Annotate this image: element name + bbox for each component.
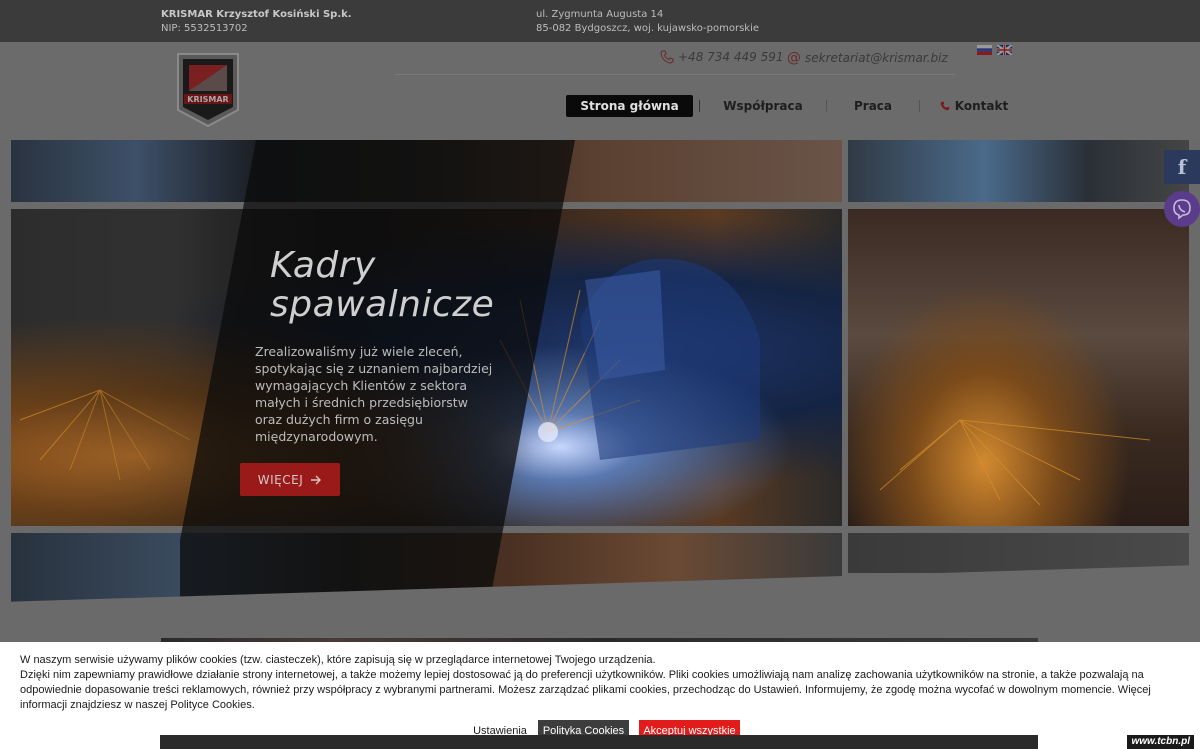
hero-title-line2: spawalnicze xyxy=(270,284,495,325)
russian-flag-icon[interactable] xyxy=(977,45,992,55)
phone-icon xyxy=(660,50,674,64)
krismar-logo[interactable]: KRISMAR xyxy=(175,52,241,128)
nav-label: Praca xyxy=(853,99,893,113)
nav-item-contact[interactable]: Kontakt xyxy=(920,95,1028,117)
phone-icon xyxy=(940,101,950,111)
hero-image-tile xyxy=(848,140,1189,202)
hero-title: Kadry spawalnicze xyxy=(270,246,550,324)
more-button[interactable]: WIĘCEJ xyxy=(240,463,340,496)
cookie-line2: Dzięki nim zapewniamy prawidłowe działan… xyxy=(20,669,1151,711)
arrow-right-icon xyxy=(311,475,322,484)
more-button-label: WIĘCEJ xyxy=(257,472,304,487)
nav-item-jobs[interactable]: Praca xyxy=(827,95,919,117)
language-switcher xyxy=(977,45,1012,55)
nav-item-home[interactable]: Strona główna xyxy=(566,95,693,117)
header-email[interactable]: @ sekretariat@krismar.biz xyxy=(787,50,948,66)
main-navigation: Strona główna Współpraca Praca Kontakt xyxy=(566,95,1028,117)
logo-text: KRISMAR xyxy=(187,95,228,104)
company-address: ul. Zygmunta Augusta 14 85-082 Bydgoszcz… xyxy=(536,8,759,36)
site-header: KRISMAR +48 734 449 591 @ sekretariat@kr… xyxy=(0,42,1200,140)
nav-label: Współpraca xyxy=(723,99,803,113)
english-flag-icon[interactable] xyxy=(997,45,1012,55)
watermark: www.tcbn.pl xyxy=(1127,735,1194,749)
contact-divider xyxy=(395,74,955,75)
cookie-consent-bar: W naszym serwisie używamy plików cookies… xyxy=(0,642,1200,749)
hero-description: Zrealizowaliśmy już wiele zleceń, spotyk… xyxy=(255,344,493,444)
nav-label: Strona główna xyxy=(580,99,679,113)
viber-button[interactable] xyxy=(1164,191,1200,227)
email-address[interactable]: sekretariat@krismar.biz xyxy=(805,51,948,65)
footer-dark-strip xyxy=(160,735,1038,749)
at-icon: @ xyxy=(787,50,801,66)
phone-number[interactable]: +48 734 449 591 xyxy=(678,50,783,64)
company-nip: NIP: 5532513702 xyxy=(161,23,248,34)
address-line2: 85-082 Bydgoszcz, woj. kujawsko-pomorski… xyxy=(536,23,760,34)
hero-slider: Kadry spawalnicze Zrealizowaliśmy już wi… xyxy=(0,140,1200,640)
company-info: KRISMAR Krzysztof Kosiński Sp.k. NIP: 55… xyxy=(161,8,352,36)
hero-image-tile xyxy=(848,209,1189,526)
facebook-button[interactable]: f xyxy=(1164,150,1200,184)
viber-icon xyxy=(1173,199,1191,220)
nav-label: Kontakt xyxy=(954,99,1009,113)
nav-item-cooperation[interactable]: Współpraca xyxy=(700,95,826,117)
footer-edge xyxy=(0,735,1200,749)
hero-title-line1: Kadry xyxy=(270,245,376,286)
company-name: KRISMAR Krzysztof Kosiński Sp.k. xyxy=(161,9,352,20)
address-line1: ul. Zygmunta Augusta 14 xyxy=(536,9,664,20)
cookie-line1: W naszym serwisie używamy plików cookies… xyxy=(20,654,656,666)
facebook-icon: f xyxy=(1177,155,1187,179)
cookie-message: W naszym serwisie używamy plików cookies… xyxy=(20,653,1180,713)
top-bar: KRISMAR Krzysztof Kosiński Sp.k. NIP: 55… xyxy=(0,0,1200,42)
header-phone[interactable]: +48 734 449 591 xyxy=(660,50,783,64)
